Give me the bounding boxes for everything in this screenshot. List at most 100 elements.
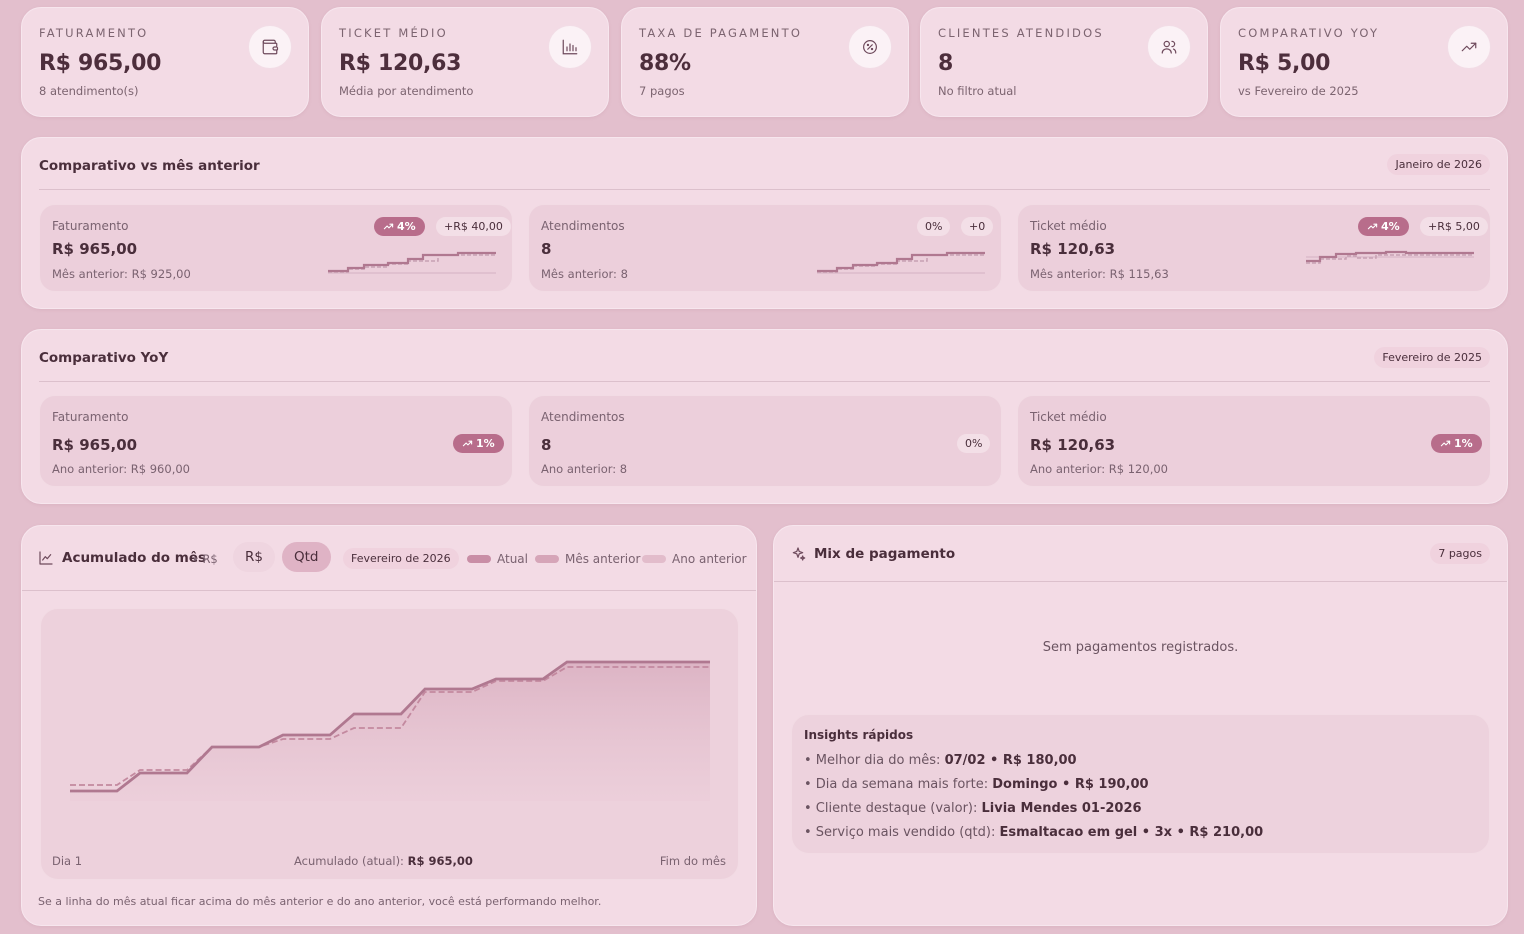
- trending-up-icon: [1367, 223, 1378, 230]
- delta-pct-badge: 0%: [957, 434, 991, 453]
- metric-label: Ticket médio: [1030, 219, 1107, 233]
- area-current: [70, 662, 710, 801]
- mix-title: Mix de pagamento: [814, 546, 956, 562]
- users-icon: [1147, 25, 1191, 69]
- legend-prev-month: Mês anterior: [535, 552, 640, 566]
- delta-abs-badge: +R$ 40,00: [436, 217, 511, 236]
- delta-pct-badge: 1%: [453, 434, 504, 453]
- divider: [39, 189, 1490, 190]
- legend-label: Ano anterior: [672, 552, 747, 566]
- badge-text: 4%: [1381, 220, 1400, 233]
- x-end-label: Fim do mês: [659, 854, 726, 868]
- insight-label: • Cliente destaque (valor):: [804, 801, 978, 816]
- divider: [22, 590, 756, 591]
- delta-abs-badge: +R$ 5,00: [1420, 217, 1488, 236]
- mom-card-faturamento: Faturamento R$ 965,00 Mês anterior: R$ 9…: [39, 204, 513, 292]
- toggle-rs-button[interactable]: R$: [233, 542, 275, 572]
- sparkline: [1306, 250, 1474, 264]
- toggle-qtd-button[interactable]: Qtd: [282, 542, 331, 572]
- delta-pct-badge: 4%: [1358, 217, 1409, 236]
- accum-total-label: Acumulado (atual):: [294, 854, 404, 868]
- trending-up-icon: [1447, 25, 1491, 69]
- divider: [774, 581, 1507, 582]
- mix-empty-text: Sem pagamentos registrados.: [1042, 640, 1239, 655]
- delta-pct-badge: 0%: [917, 217, 951, 236]
- kpi-sub: No filtro atual: [938, 84, 1017, 98]
- badge-text: 1%: [1454, 437, 1473, 450]
- insight-value: Esmaltacao em gel • 3x • R$ 210,00: [999, 825, 1264, 840]
- insight-item: • Dia da semana mais forte: Domingo • R$…: [804, 777, 1149, 792]
- yoy-card-atendimentos: Atendimentos 8 Ano anterior: 8 0%: [528, 395, 1002, 487]
- section-title: Comparativo YoY: [39, 350, 169, 366]
- period-pill: Fevereiro de 2026: [343, 548, 459, 569]
- accum-title: Acumulado do mês: [62, 550, 207, 566]
- insight-value: Domingo • R$ 190,00: [992, 777, 1149, 792]
- kpi-sub: 7 pagos: [639, 84, 685, 98]
- metric-prev: Mês anterior: R$ 115,63: [1030, 267, 1169, 281]
- accum-chart-svg: [70, 660, 710, 801]
- metric-prev: Ano anterior: R$ 120,00: [1030, 462, 1168, 476]
- kpi-card-comparativo-yoy: COMPARATIVO YOY R$ 5,00 vs Fevereiro de …: [1220, 7, 1508, 117]
- badge-percent-icon: [848, 25, 892, 69]
- insights-panel: Insights rápidos • Melhor dia do mês: 07…: [791, 714, 1490, 854]
- metric-prev: Mês anterior: R$ 925,00: [52, 267, 191, 281]
- kpi-card-clientes: CLIENTES ATENDIDOS 8 No filtro atual: [920, 7, 1208, 117]
- trending-up-icon: [383, 223, 394, 230]
- accum-chart: Dia 1 Acumulado (atual): R$ 965,00 Fim d…: [40, 608, 739, 880]
- metric-prev: Ano anterior: R$ 960,00: [52, 462, 190, 476]
- kpi-card-faturamento: FATURAMENTO R$ 965,00 8 atendimento(s): [21, 7, 309, 117]
- trending-up-icon: [1440, 440, 1451, 447]
- metric-value: R$ 120,63: [1030, 240, 1116, 258]
- insight-value: 07/02 • R$ 180,00: [944, 753, 1077, 768]
- kpi-card-taxa-pagamento: TAXA DE PAGAMENTO 88% 7 pagos: [621, 7, 909, 117]
- metric-value: 8: [541, 436, 552, 454]
- x-start-label: Dia 1: [52, 854, 83, 868]
- insight-label: • Dia da semana mais forte:: [804, 777, 989, 792]
- mix-badge: 7 pagos: [1430, 543, 1490, 564]
- insights-title: Insights rápidos: [804, 728, 914, 742]
- sparkles-icon: [792, 547, 806, 561]
- sparkline: [817, 251, 985, 274]
- metric-label: Faturamento: [52, 410, 129, 424]
- line-chart-icon: [39, 551, 53, 565]
- bar-chart-icon: [548, 25, 592, 69]
- yoy-card-ticket-medio: Ticket médio R$ 120,63 Ano anterior: R$ …: [1017, 395, 1491, 487]
- mom-card-atendimentos: Atendimentos 8 Mês anterior: 8 0% +0: [528, 204, 1002, 292]
- insight-label: • Serviço mais vendido (qtd):: [804, 825, 996, 840]
- metric-value: R$ 965,00: [52, 436, 138, 454]
- accum-total-value: R$ 965,00: [407, 854, 473, 868]
- mom-section: Comparativo vs mês anterior Janeiro de 2…: [21, 137, 1508, 309]
- kpi-card-ticket-medio: TICKET MÉDIO R$ 120,63 Média por atendim…: [321, 7, 609, 117]
- metric-label: Atendimentos: [541, 219, 625, 233]
- mom-card-ticket-medio: Ticket médio R$ 120,63 Mês anterior: R$ …: [1017, 204, 1491, 292]
- legend-prev-year: Ano anterior: [642, 552, 747, 566]
- metric-value: R$ 965,00: [52, 240, 138, 258]
- insight-item: • Cliente destaque (valor): Livia Mendes…: [804, 801, 1142, 816]
- delta-pct-badge: 4%: [374, 217, 425, 236]
- legend-label: Atual: [497, 552, 528, 566]
- legend-swatch: [642, 555, 666, 563]
- metric-value: 8: [541, 240, 552, 258]
- yoy-section: Comparativo YoY Fevereiro de 2025 Fatura…: [21, 329, 1508, 504]
- kpi-sub: 8 atendimento(s): [39, 84, 139, 98]
- metric-label: Ticket médio: [1030, 410, 1107, 424]
- wallet-icon: [248, 25, 292, 69]
- kpi-sub: Média por atendimento: [339, 84, 474, 98]
- legend-current: Atual: [467, 552, 528, 566]
- metric-label: Faturamento: [52, 219, 129, 233]
- insight-item: • Serviço mais vendido (qtd): Esmaltacao…: [804, 825, 1263, 840]
- divider: [39, 381, 1490, 382]
- accum-total: Acumulado (atual): R$ 965,00: [294, 854, 473, 868]
- delta-abs-badge: +0: [961, 217, 994, 236]
- period-pill: Janeiro de 2026: [1387, 154, 1490, 175]
- section-title: Comparativo vs mês anterior: [39, 158, 260, 174]
- yoy-card-faturamento: Faturamento R$ 965,00 Ano anterior: R$ 9…: [39, 395, 513, 487]
- trending-up-icon: [462, 440, 473, 447]
- badge-text: 1%: [476, 437, 495, 450]
- metric-value: R$ 120,63: [1030, 436, 1116, 454]
- badge-text: 4%: [397, 220, 416, 233]
- insight-value: Livia Mendes 01-2026: [981, 801, 1142, 816]
- sparkline: [328, 251, 496, 274]
- period-pill: Fevereiro de 2025: [1374, 347, 1490, 368]
- metric-label: Atendimentos: [541, 410, 625, 424]
